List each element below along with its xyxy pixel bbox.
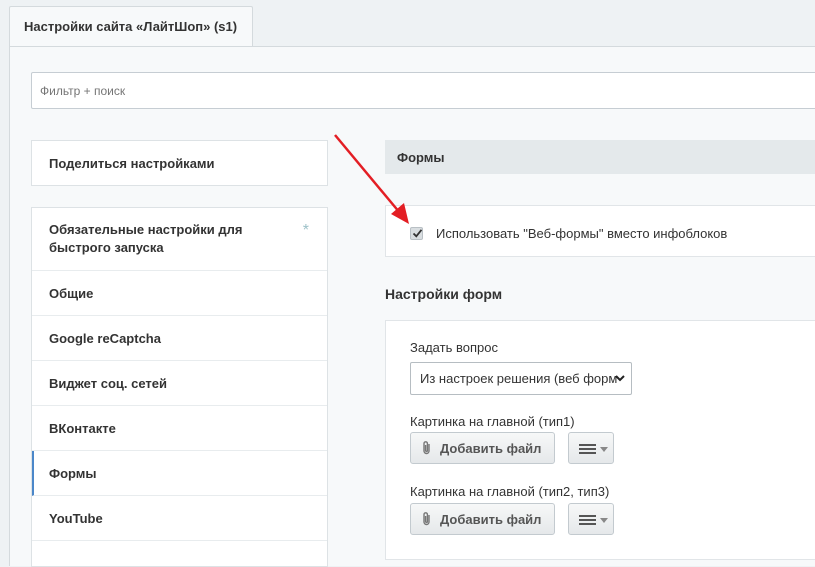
top-bar: Настройки сайта «ЛайтШоп» (s1): [0, 0, 815, 46]
menu-icon: [579, 515, 596, 525]
image-main-1-label: Картинка на главной (тип1): [410, 414, 575, 429]
share-settings-button[interactable]: Поделиться настройками: [31, 140, 328, 186]
check-icon: [412, 229, 423, 238]
sidebar-item-label: Обязательные настройки для быстрого запу…: [49, 222, 243, 255]
paperclip-icon: [423, 441, 430, 455]
tab-site-settings[interactable]: Настройки сайта «ЛайтШоп» (s1): [9, 6, 253, 46]
sidebar-item-label: YouTube: [49, 510, 103, 526]
sidebar-item-vkontakte[interactable]: ВКонтакте: [32, 406, 327, 451]
form-settings-heading: Настройки форм: [385, 286, 503, 302]
use-webforms-label: Использовать "Веб-формы" вместо инфоблок…: [436, 226, 728, 241]
filter-search-input[interactable]: [31, 72, 815, 109]
forms-section-header: Формы: [385, 140, 815, 174]
image-main-2-label: Картинка на главной (тип2, тип3): [410, 484, 610, 499]
paperclip-icon: [423, 512, 430, 526]
chevron-down-icon: [600, 447, 608, 452]
sidebar-item-label: Общие: [49, 285, 94, 301]
sidebar-item-label: ВКонтакте: [49, 420, 116, 436]
sidebar-item-label: Google reCaptcha: [49, 330, 161, 346]
file-menu-button-2[interactable]: [568, 503, 614, 535]
file-menu-button-1[interactable]: [568, 432, 614, 464]
sidebar-item-forms[interactable]: Формы: [32, 451, 327, 496]
sidebar-item-social-widget[interactable]: Виджет соц. сетей: [32, 361, 327, 406]
chevron-down-icon: [615, 375, 625, 382]
webforms-option-box: Использовать "Веб-формы" вместо инфоблок…: [385, 205, 815, 257]
sidebar-item-youtube[interactable]: YouTube: [32, 496, 327, 541]
sidebar-item-required[interactable]: Обязательные настройки для быстрого запу…: [32, 208, 327, 271]
sidebar-item-recaptcha[interactable]: Google reCaptcha: [32, 316, 327, 361]
ask-question-label: Задать вопрос: [410, 340, 498, 355]
sidebar-menu: Обязательные настройки для быстрого запу…: [31, 207, 328, 567]
use-webforms-checkbox[interactable]: [410, 227, 423, 240]
ask-question-value: Из настроек решения (веб формы): [420, 371, 618, 386]
add-file-button-1[interactable]: Добавить файл: [410, 432, 555, 464]
ask-question-select[interactable]: Из настроек решения (веб формы): [410, 362, 632, 395]
sidebar-item-label: Виджет соц. сетей: [49, 375, 167, 391]
add-file-label: Добавить файл: [440, 511, 542, 527]
menu-icon: [579, 444, 596, 454]
required-star-icon: *: [302, 222, 309, 239]
add-file-label: Добавить файл: [440, 440, 542, 456]
sidebar-item-label: Формы: [49, 465, 97, 481]
chevron-down-icon: [600, 518, 608, 523]
add-file-button-2[interactable]: Добавить файл: [410, 503, 555, 535]
sidebar-item-general[interactable]: Общие: [32, 271, 327, 316]
